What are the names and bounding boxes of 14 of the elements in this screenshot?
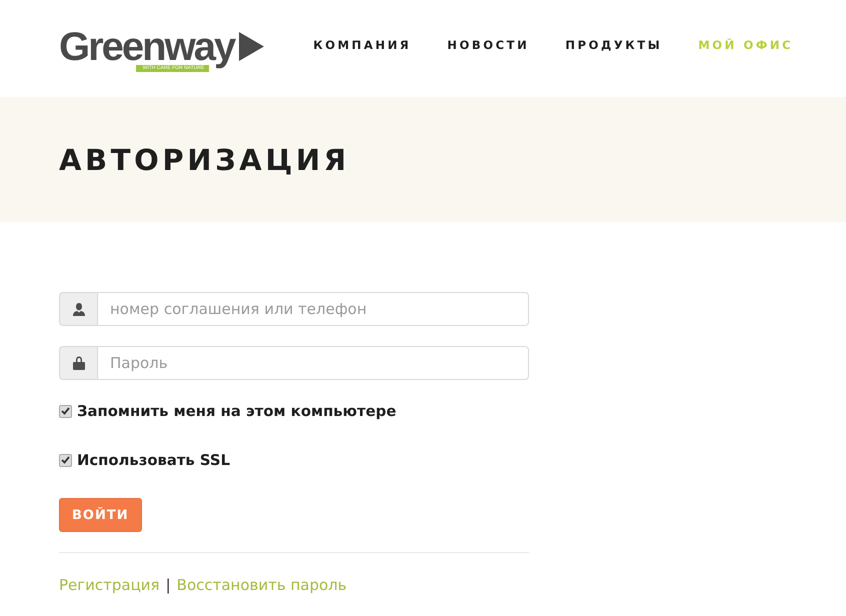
link-separator: | xyxy=(166,576,171,594)
nav-link[interactable]: КОМПАНИЯ xyxy=(313,38,412,52)
password-field[interactable]: Пароль xyxy=(97,346,529,380)
user-icon xyxy=(72,302,84,316)
checkbox-label: Использовать SSL xyxy=(77,452,230,468)
checkbox[interactable] xyxy=(59,454,72,466)
lock-icon xyxy=(72,356,84,370)
page-title: АВТОРИЗАЦИЯ xyxy=(59,142,350,176)
play-triangle-icon xyxy=(239,32,264,61)
login-field[interactable]: номер соглашения или телефон xyxy=(97,292,529,326)
nav-link[interactable]: ПРОДУКТЫ xyxy=(565,38,662,52)
nav-link[interactable]: НОВОСТИ xyxy=(447,38,530,52)
checkbox-label: Запомнить меня на этом компьютере xyxy=(77,402,396,420)
checkbox[interactable] xyxy=(59,404,72,418)
